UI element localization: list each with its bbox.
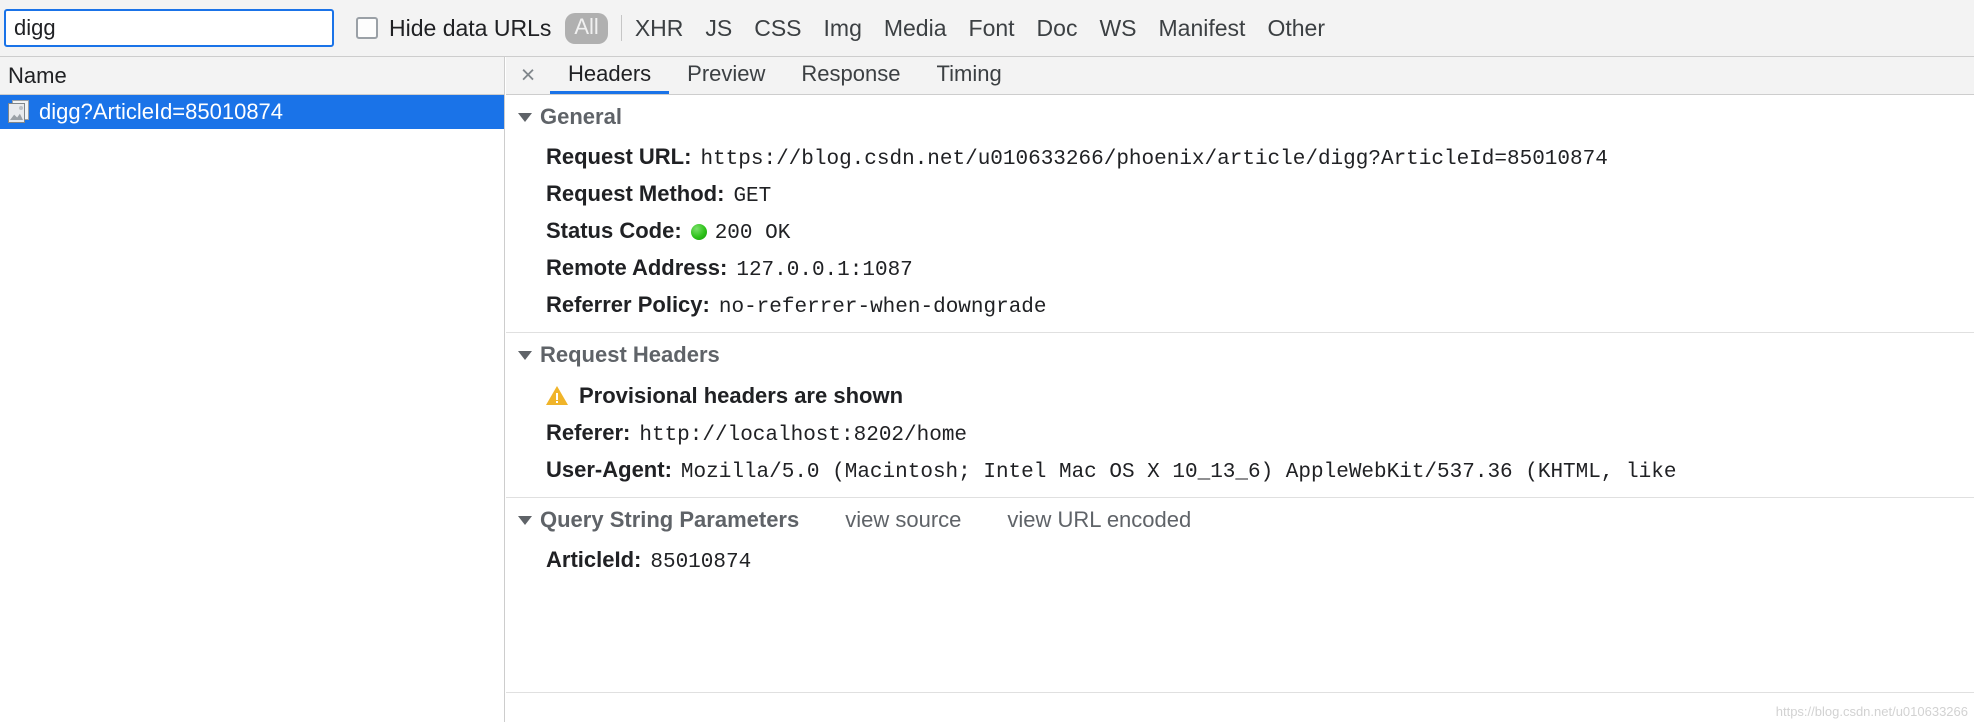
filter-divider (621, 15, 622, 41)
warning-icon (546, 386, 568, 406)
request-name-label: digg?ArticleId=85010874 (39, 99, 283, 125)
field-articleid-key: ArticleId: (546, 547, 641, 573)
filter-type-media[interactable]: Media (884, 15, 947, 42)
field-status-code: Status Code: 200 OK (506, 213, 1974, 250)
filter-type-img[interactable]: Img (824, 15, 862, 42)
network-filter-bar: Hide data URLs All XHR JS CSS Img Media … (0, 0, 1974, 57)
provisional-headers-warning-label: Provisional headers are shown (579, 383, 903, 409)
chevron-down-icon (518, 351, 532, 360)
hide-data-urls-label: Hide data URLs (389, 15, 551, 42)
filter-input[interactable] (4, 9, 334, 47)
filter-type-all[interactable]: All (565, 13, 607, 44)
hide-data-urls-control[interactable]: Hide data URLs (356, 15, 551, 42)
field-remote-address-value: 127.0.0.1:1087 (736, 259, 912, 282)
field-request-method-key: Request Method: (546, 181, 724, 207)
field-remote-address-key: Remote Address: (546, 255, 727, 281)
column-header-name[interactable]: Name (0, 57, 504, 95)
tab-headers[interactable]: Headers (550, 57, 669, 94)
provisional-headers-warning: Provisional headers are shown (506, 377, 1974, 415)
field-referer-value[interactable]: http://localhost:8202/home (639, 424, 967, 447)
request-list-panel: Name digg?ArticleId=85010874 (0, 57, 505, 722)
section-query-string-header[interactable]: Query String Parameters view source view… (506, 498, 1974, 542)
status-ok-icon (691, 224, 707, 240)
section-general-title: General (540, 103, 622, 131)
headers-content: General Request URL: https://blog.csdn.n… (506, 95, 1974, 722)
field-request-method-value: GET (733, 185, 771, 208)
filter-type-xhr[interactable]: XHR (635, 15, 684, 42)
field-remote-address: Remote Address: 127.0.0.1:1087 (506, 250, 1974, 287)
field-referrer-policy: Referrer Policy: no-referrer-when-downgr… (506, 287, 1974, 324)
chevron-down-icon (518, 113, 532, 122)
section-query-string-title: Query String Parameters (540, 506, 799, 534)
field-request-method: Request Method: GET (506, 176, 1974, 213)
view-url-encoded-link[interactable]: view URL encoded (1007, 507, 1191, 533)
resource-type-filters: XHR JS CSS Img Media Font Doc WS Manifes… (635, 15, 1325, 42)
chevron-down-icon (518, 516, 532, 525)
document-icon (8, 100, 30, 124)
detail-tabbar: × Headers Preview Response Timing (506, 57, 1974, 95)
field-referrer-policy-key: Referrer Policy: (546, 292, 710, 318)
section-general-header[interactable]: General (506, 95, 1974, 139)
filter-type-doc[interactable]: Doc (1037, 15, 1078, 42)
field-referer: Referer: http://localhost:8202/home (506, 415, 1974, 452)
field-referrer-policy-value: no-referrer-when-downgrade (719, 296, 1047, 319)
filter-type-ws[interactable]: WS (1099, 15, 1136, 42)
field-request-url: Request URL: https://blog.csdn.net/u0106… (506, 139, 1974, 176)
tab-timing[interactable]: Timing (918, 57, 1019, 94)
tab-preview[interactable]: Preview (669, 57, 783, 94)
tab-response[interactable]: Response (783, 57, 918, 94)
field-user-agent: User-Agent: Mozilla/5.0 (Macintosh; Inte… (506, 452, 1974, 489)
view-source-link[interactable]: view source (845, 507, 961, 533)
field-status-code-key: Status Code: (546, 218, 682, 244)
section-request-headers-body: Provisional headers are shown Referer: h… (506, 377, 1974, 497)
field-status-code-value: 200 OK (715, 222, 791, 245)
filter-type-css[interactable]: CSS (754, 15, 801, 42)
filter-type-js[interactable]: JS (705, 15, 732, 42)
table-row[interactable]: digg?ArticleId=85010874 (0, 95, 504, 129)
filter-type-manifest[interactable]: Manifest (1159, 15, 1246, 42)
close-icon[interactable]: × (506, 57, 550, 94)
field-user-agent-key: User-Agent: (546, 457, 672, 483)
section-general-body: Request URL: https://blog.csdn.net/u0106… (506, 139, 1974, 332)
hide-data-urls-checkbox[interactable] (356, 17, 378, 39)
field-request-url-key: Request URL: (546, 144, 691, 170)
section-request-headers-title: Request Headers (540, 341, 720, 369)
request-detail-panel: × Headers Preview Response Timing Genera… (506, 57, 1974, 722)
devtools-network-panel: Hide data URLs All XHR JS CSS Img Media … (0, 0, 1974, 722)
field-request-url-value[interactable]: https://blog.csdn.net/u010633266/phoenix… (700, 148, 1607, 171)
field-articleid-value: 85010874 (650, 551, 751, 574)
field-user-agent-value: Mozilla/5.0 (Macintosh; Intel Mac OS X 1… (681, 461, 1677, 484)
bottom-divider (506, 692, 1974, 693)
field-referer-key: Referer: (546, 420, 630, 446)
filter-type-font[interactable]: Font (969, 15, 1015, 42)
section-query-string-body: ArticleId: 85010874 (506, 542, 1974, 587)
filter-type-other[interactable]: Other (1267, 15, 1325, 42)
field-articleid: ArticleId: 85010874 (506, 542, 1974, 579)
status-bar-url: https://blog.csdn.net/u010633266 (1776, 704, 1968, 719)
section-request-headers-header[interactable]: Request Headers (506, 333, 1974, 377)
